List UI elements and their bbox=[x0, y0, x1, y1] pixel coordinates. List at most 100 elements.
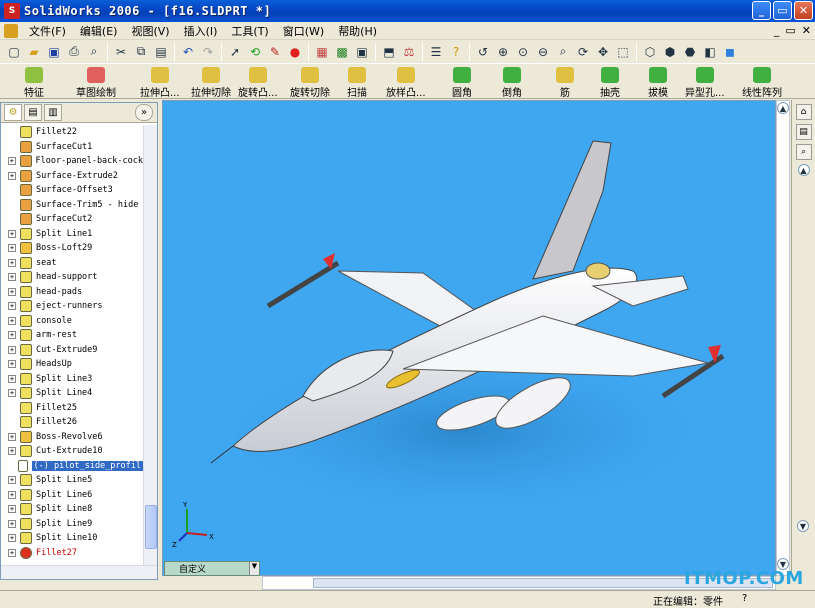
tree-expander-icon[interactable]: + bbox=[8, 171, 16, 180]
tree-expander-icon[interactable]: + bbox=[8, 548, 16, 557]
layer-icon[interactable]: ▩ bbox=[333, 43, 351, 61]
menu-view[interactable]: 视图(V) bbox=[124, 23, 176, 39]
loft-button[interactable]: 放样凸... bbox=[386, 67, 426, 99]
shaded-edges-icon[interactable]: ◧ bbox=[701, 43, 719, 61]
tree-item[interactable]: Fillet25 bbox=[1, 401, 143, 416]
property-manager-tab-icon[interactable]: ▤ bbox=[24, 104, 42, 121]
copy-icon[interactable]: ⧉ bbox=[132, 43, 150, 61]
tree-item[interactable]: + Split Line5 bbox=[1, 473, 143, 488]
sweep-button[interactable]: 扫描 bbox=[347, 67, 367, 99]
open-folder-icon[interactable]: ▰ bbox=[25, 43, 43, 61]
traffic-light-icon[interactable]: ● bbox=[286, 43, 304, 61]
cut-icon[interactable]: ✂ bbox=[112, 43, 130, 61]
tree-expander-icon[interactable]: + bbox=[8, 258, 16, 267]
tree-expander-icon[interactable]: + bbox=[8, 302, 16, 311]
task-pane-scroll-down-icon[interactable]: ▼ bbox=[797, 520, 809, 532]
save-icon[interactable]: ▣ bbox=[45, 43, 63, 61]
tree-item[interactable]: SurfaceCut1 bbox=[1, 140, 143, 155]
tree-expander-icon[interactable]: + bbox=[8, 505, 16, 514]
tree-item[interactable]: + Split Line9 bbox=[1, 517, 143, 532]
linear-pattern-button[interactable]: 线性阵列 bbox=[742, 67, 782, 99]
expand-panel-icon[interactable]: » bbox=[135, 104, 153, 121]
tree-horizontal-scrollbar[interactable] bbox=[1, 565, 157, 579]
tree-expander-icon[interactable]: + bbox=[8, 534, 16, 543]
zoom-previous-icon[interactable]: ↺ bbox=[474, 43, 492, 61]
viewport-vertical-scrollbar[interactable]: ▲ ▼ bbox=[776, 100, 790, 576]
options-icon[interactable]: ☰ bbox=[427, 43, 445, 61]
tree-expander-icon[interactable]: + bbox=[8, 244, 16, 253]
rib-button[interactable]: 筋 bbox=[556, 67, 574, 99]
graphics-viewport[interactable]: Y X Z bbox=[162, 100, 776, 576]
standard-views-icon[interactable]: ⬚ bbox=[614, 43, 632, 61]
undo-icon[interactable]: ↶ bbox=[179, 43, 197, 61]
tree-expander-icon[interactable]: + bbox=[8, 374, 16, 383]
hidden-lines-removed-icon[interactable]: ⬣ bbox=[681, 43, 699, 61]
grid-icon[interactable]: ▦ bbox=[313, 43, 331, 61]
doc-minimize-button[interactable]: _ bbox=[774, 24, 780, 37]
tree-vertical-scrollbar[interactable] bbox=[143, 125, 157, 565]
tree-expander-icon[interactable]: + bbox=[8, 287, 16, 296]
zoom-to-fit-icon[interactable]: ⊕ bbox=[494, 43, 512, 61]
tree-expander-icon[interactable]: + bbox=[8, 316, 16, 325]
tree-expander-icon[interactable]: + bbox=[8, 345, 16, 354]
configuration-tab[interactable]: 自定义 ▼ bbox=[164, 561, 260, 576]
tree-expander-icon[interactable]: + bbox=[8, 229, 16, 238]
zoom-area-icon[interactable]: ⊙ bbox=[514, 43, 532, 61]
tree-item[interactable]: + Split Line3 bbox=[1, 372, 143, 387]
print-preview-icon[interactable]: ⌕ bbox=[85, 43, 103, 61]
extrude-boss-button[interactable]: 拉伸凸... bbox=[140, 67, 180, 99]
tree-item[interactable]: + arm-rest bbox=[1, 328, 143, 343]
pan-icon[interactable]: ✥ bbox=[594, 43, 612, 61]
tree-item[interactable]: + eject-runners bbox=[1, 299, 143, 314]
menu-edit[interactable]: 编辑(E) bbox=[73, 23, 125, 39]
tree-expander-icon[interactable]: + bbox=[8, 360, 16, 369]
mass-properties-icon[interactable]: ⚖ bbox=[400, 43, 418, 61]
tree-expander-icon[interactable]: + bbox=[8, 157, 16, 166]
tree-item[interactable]: + Split Line8 bbox=[1, 502, 143, 517]
solidworks-logo-icon[interactable]: S bbox=[4, 3, 20, 19]
tree-item[interactable]: + seat bbox=[1, 256, 143, 271]
sketch-edit-icon[interactable]: ✎ bbox=[266, 43, 284, 61]
tree-expander-icon[interactable]: + bbox=[8, 447, 16, 456]
tree-expander-icon[interactable]: + bbox=[8, 432, 16, 441]
redo-icon[interactable]: ↷ bbox=[199, 43, 217, 61]
tree-expander-icon[interactable]: + bbox=[8, 331, 16, 340]
shaded-icon[interactable]: ◼ bbox=[721, 43, 739, 61]
menu-help[interactable]: 帮助(H) bbox=[331, 23, 384, 39]
menu-file[interactable]: 文件(F) bbox=[22, 23, 73, 39]
doc-close-button[interactable]: ✕ bbox=[802, 24, 811, 37]
menu-tools[interactable]: 工具(T) bbox=[224, 23, 275, 39]
tree-item[interactable]: + Split Line1 bbox=[1, 227, 143, 242]
view-options-icon[interactable]: ▣ bbox=[353, 43, 371, 61]
task-pane-scroll-up-icon[interactable]: ▲ bbox=[797, 164, 810, 176]
rebuild-icon[interactable]: ⟲ bbox=[246, 43, 264, 61]
tree-expander-icon[interactable]: + bbox=[8, 273, 16, 282]
tree-item[interactable]: SurfaceCut2 bbox=[1, 212, 143, 227]
menu-logo-icon[interactable] bbox=[4, 23, 18, 38]
draft-button[interactable]: 拔模 bbox=[648, 67, 668, 99]
paste-icon[interactable]: ▤ bbox=[152, 43, 170, 61]
doc-restore-button[interactable]: ▭ bbox=[785, 24, 795, 37]
zoom-selection-icon[interactable]: ⌕ bbox=[554, 43, 572, 61]
tree-item[interactable]: + Fillet27 bbox=[1, 546, 143, 561]
close-button[interactable]: ✕ bbox=[794, 1, 813, 20]
tree-item[interactable]: + Surface-Extrude2 bbox=[1, 169, 143, 184]
chamfer-button[interactable]: 倒角 bbox=[502, 67, 522, 99]
revolve-cut-button[interactable]: 旋转切除 bbox=[290, 67, 330, 99]
tree-item[interactable]: + Split Line6 bbox=[1, 488, 143, 503]
print-icon[interactable]: ⎙ bbox=[65, 43, 83, 61]
minimize-button[interactable]: _ bbox=[752, 1, 771, 20]
hole-wizard-button[interactable]: 异型孔... bbox=[685, 67, 725, 99]
scroll-up-icon[interactable]: ▲ bbox=[777, 102, 789, 114]
zoom-in-out-icon[interactable]: ⊖ bbox=[534, 43, 552, 61]
tree-item[interactable]: + Boss-Revolve6 bbox=[1, 430, 143, 445]
tree-item[interactable]: + Split Line4 bbox=[1, 386, 143, 401]
tree-item[interactable]: + console bbox=[1, 314, 143, 329]
tree-item[interactable]: + head-support bbox=[1, 270, 143, 285]
status-help-icon[interactable]: ? bbox=[742, 593, 747, 604]
tree-item[interactable]: + head-pads bbox=[1, 285, 143, 300]
search-icon[interactable]: ⌕ bbox=[795, 144, 812, 160]
configuration-manager-tab-icon[interactable]: ▥ bbox=[44, 104, 62, 121]
extrude-cut-button[interactable]: 拉伸切除 bbox=[191, 67, 231, 99]
home-icon[interactable]: ⌂ bbox=[795, 104, 812, 120]
